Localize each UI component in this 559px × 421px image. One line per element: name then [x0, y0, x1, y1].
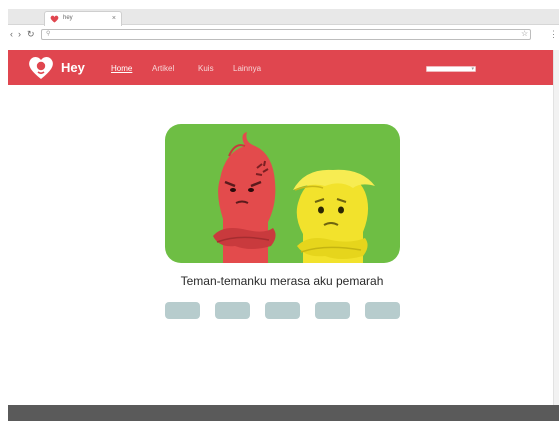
- browser-chrome: hey × ‹ › ↻ ⚲ ☆ ⋮: [0, 0, 559, 50]
- site-header: Hey Home Artikel Kuis Lainnya ▾: [8, 50, 559, 85]
- reload-button[interactable]: ↻: [27, 28, 35, 40]
- question-caption: Teman-temanku merasa aku pemarah: [180, 274, 384, 288]
- back-button[interactable]: ‹: [10, 28, 13, 40]
- scrollbar[interactable]: [553, 50, 559, 405]
- forward-button[interactable]: ›: [18, 28, 21, 40]
- browser-menu-icon[interactable]: ⋮: [549, 28, 558, 40]
- answer-option-4[interactable]: [315, 302, 350, 319]
- tab-strip: hey ×: [8, 9, 559, 26]
- brand-name[interactable]: Hey: [61, 59, 85, 76]
- browser-toolbar: ‹ › ↻ ⚲ ☆ ⋮: [8, 26, 559, 44]
- nav-home[interactable]: Home: [111, 64, 132, 74]
- header-select[interactable]: ▾: [426, 66, 476, 72]
- hero-illustration: [165, 124, 400, 263]
- tab-title: hey: [63, 15, 73, 21]
- answer-option-2[interactable]: [215, 302, 250, 319]
- page-footer-bar: [8, 405, 559, 421]
- nav-kuis[interactable]: Kuis: [198, 64, 214, 74]
- bookmark-star-icon[interactable]: ☆: [521, 29, 528, 38]
- answer-option-3[interactable]: [265, 302, 300, 319]
- answer-option-1[interactable]: [165, 302, 200, 319]
- answer-option-5[interactable]: [365, 302, 400, 319]
- sad-character: [293, 169, 375, 263]
- angry-character: [213, 132, 276, 263]
- chevron-down-icon: ▾: [471, 66, 474, 72]
- search-icon: ⚲: [46, 31, 51, 37]
- heart-logo-icon[interactable]: [28, 55, 54, 80]
- address-bar[interactable]: ⚲: [41, 29, 531, 40]
- nav-lainnya[interactable]: Lainnya: [233, 64, 261, 74]
- browser-tab[interactable]: hey ×: [44, 11, 122, 26]
- tab-close-icon[interactable]: ×: [112, 12, 116, 25]
- angry-and-sad-characters-illustration: [213, 132, 375, 263]
- heart-favicon-icon: [50, 15, 59, 23]
- nav-artikel[interactable]: Artikel: [152, 64, 174, 74]
